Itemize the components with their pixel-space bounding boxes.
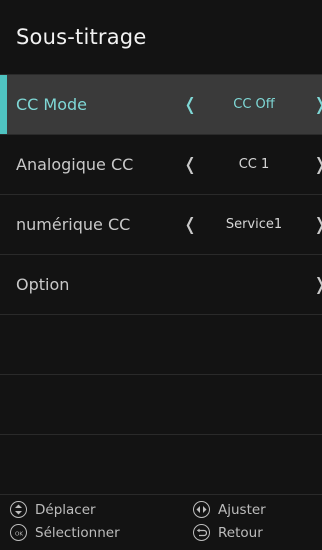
- left-right-icon: [193, 501, 210, 518]
- menu-item-label: Analogique CC: [16, 155, 134, 174]
- empty-row: [0, 315, 322, 375]
- menu-item-value: Service1: [225, 217, 283, 232]
- page-title: Sous-titrage: [16, 25, 147, 49]
- menu-item-label: Option: [16, 275, 70, 294]
- empty-row: [0, 435, 322, 495]
- chevron-left-icon[interactable]: ❬: [183, 195, 197, 254]
- hint-label: Déplacer: [35, 501, 96, 518]
- chevron-right-icon[interactable]: ❭: [313, 75, 322, 134]
- subtitle-settings-panel: Sous-titrage CC Mode ❬ CC Off ❭ Analogiq…: [0, 0, 322, 550]
- chevron-right-icon[interactable]: ❭: [313, 195, 322, 254]
- menu-item-value: CC 1: [238, 157, 270, 172]
- hint-move: Déplacer: [10, 501, 96, 518]
- chevron-left-icon[interactable]: ❬: [183, 135, 197, 194]
- empty-row: [0, 375, 322, 435]
- menu-item-analog-cc[interactable]: Analogique CC ❬ CC 1 ❭: [0, 135, 322, 195]
- back-icon: [193, 524, 210, 541]
- hint-label: Sélectionner: [35, 524, 120, 541]
- hint-select: OK Sélectionner: [10, 524, 120, 541]
- key-hints-bar: Déplacer OK Sélectionner Ajuster Retour: [0, 494, 322, 550]
- panel-header: Sous-titrage: [0, 0, 322, 75]
- hint-back: Retour: [193, 524, 263, 541]
- menu-item-label: numérique CC: [16, 215, 131, 234]
- chevron-left-icon[interactable]: ❬: [183, 75, 197, 134]
- hint-label: Ajuster: [218, 501, 266, 518]
- menu-item-label: CC Mode: [16, 95, 88, 114]
- hint-label: Retour: [218, 524, 263, 541]
- menu-item-option[interactable]: Option ❭: [0, 255, 322, 315]
- chevron-right-icon[interactable]: ❭: [313, 255, 322, 314]
- svg-text:OK: OK: [14, 531, 22, 537]
- ok-icon: OK: [10, 524, 27, 541]
- hint-adjust: Ajuster: [193, 501, 266, 518]
- up-down-icon: [10, 501, 27, 518]
- menu-item-value: CC Off: [233, 97, 275, 112]
- menu-item-cc-mode[interactable]: CC Mode ❬ CC Off ❭: [0, 75, 322, 135]
- chevron-right-icon[interactable]: ❭: [313, 135, 322, 194]
- menu-item-digital-cc[interactable]: numérique CC ❬ Service1 ❭: [0, 195, 322, 255]
- selection-indicator: [0, 75, 7, 134]
